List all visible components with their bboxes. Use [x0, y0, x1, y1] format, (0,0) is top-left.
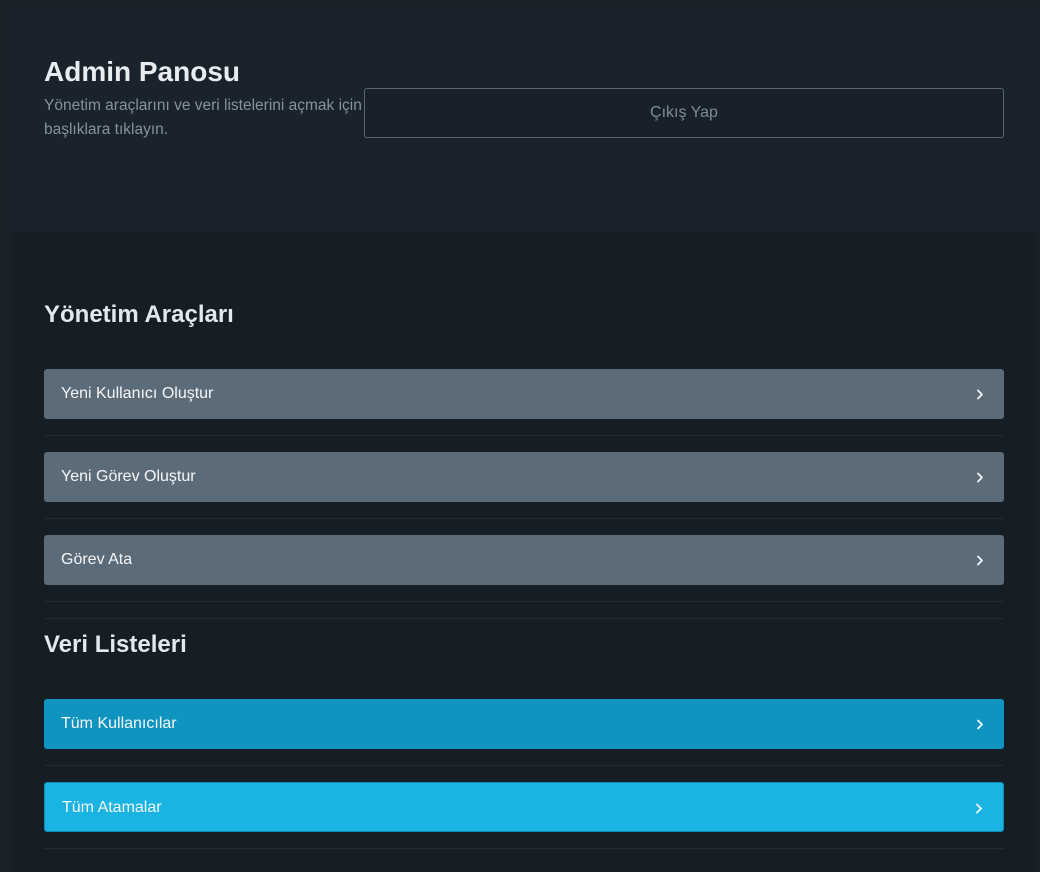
all-assignments-label: Tüm Atamalar — [62, 799, 162, 816]
divider — [44, 848, 1004, 849]
create-user-row[interactable]: Yeni Kullanıcı Oluştur — [44, 369, 1004, 419]
divider — [44, 518, 1004, 519]
admin-tools-title: Yönetim Araçları — [44, 301, 234, 328]
create-user-label: Yeni Kullanıcı Oluştur — [61, 385, 214, 402]
all-users-row[interactable]: Tüm Kullanıcılar — [44, 699, 1004, 749]
section-divider — [44, 618, 1004, 619]
admin-dashboard: Admin Panosu Yönetim araçlarını ve veri … — [12, 10, 1036, 872]
all-users-label: Tüm Kullanıcılar — [61, 715, 177, 732]
chevron-right-icon — [973, 452, 987, 502]
divider — [44, 601, 1004, 602]
chevron-right-icon — [973, 699, 987, 749]
assign-task-label: Görev Ata — [61, 551, 133, 568]
chevron-right-icon — [973, 535, 987, 585]
assign-task-row[interactable]: Görev Ata — [44, 535, 1004, 585]
page-title: Admin Panosu — [44, 56, 241, 87]
create-task-label: Yeni Görev Oluştur — [61, 468, 196, 485]
all-assignments-row[interactable]: Tüm Atamalar — [44, 782, 1004, 832]
divider — [44, 765, 1004, 766]
header-panel: Admin Panosu Yönetim araçlarını ve veri … — [12, 10, 1036, 232]
logout-button[interactable]: Çıkış Yap — [364, 88, 1004, 138]
chevron-right-icon — [972, 783, 986, 833]
divider — [44, 435, 1004, 436]
page-subtitle: Yönetim araçlarını ve veri listelerini a… — [44, 97, 362, 138]
data-lists-title: Veri Listeleri — [44, 631, 187, 658]
create-task-row[interactable]: Yeni Görev Oluştur — [44, 452, 1004, 502]
chevron-right-icon — [973, 369, 987, 419]
